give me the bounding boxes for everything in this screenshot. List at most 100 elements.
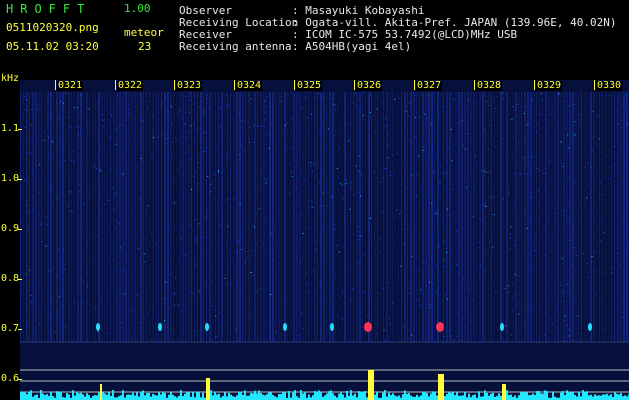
time-tick [115,80,116,90]
noise-streak [95,92,96,342]
noise-speck [44,175,45,177]
noise-streak [191,92,192,342]
noise-streak [470,92,472,342]
noise-speck [463,279,465,281]
noise-speck [254,304,256,306]
noise-speck [319,284,321,286]
noise-speck [621,219,623,221]
noise-speck [268,147,270,149]
noise-speck [270,337,271,339]
noise-speck [80,95,81,97]
noise-speck [281,114,283,116]
noise-speck [156,295,158,297]
noise-speck [253,226,255,228]
noise-speck [107,200,109,201]
profile-bar [498,393,500,400]
noise-speck [564,227,566,229]
noise-streak [485,92,486,342]
noise-speck [241,249,243,250]
profile-bar [66,393,68,400]
noise-speck [505,92,507,94]
noise-speck [514,93,516,95]
noise-speck [422,149,424,151]
noise-speck [378,292,380,294]
noise-speck [566,324,568,326]
profile-bar [602,394,604,400]
noise-speck [256,115,258,117]
noise-streak [569,92,571,342]
noise-speck [292,147,294,149]
noise-speck [480,265,481,267]
noise-speck [495,96,497,98]
noise-speck [49,187,51,189]
noise-speck [572,139,574,141]
noise-speck [196,235,198,237]
profile-bar [22,391,24,400]
noise-streak [374,92,376,342]
noise-speck [96,218,98,219]
noise-streak [464,92,466,342]
noise-speck [552,286,554,287]
profile-bar [324,395,326,400]
noise-speck [180,238,182,240]
profile-bar [164,392,166,400]
noise-speck [612,272,614,274]
noise-speck [376,108,378,110]
noise-speck [373,233,375,235]
noise-streak [590,92,592,342]
noise-speck [72,340,74,342]
noise-speck [281,95,283,97]
noise-speck [518,142,520,144]
profile-bar [252,393,254,400]
profile-bar [418,396,420,400]
time-label-0326: 0326 [356,80,383,91]
profile-bar [136,392,138,400]
noise-speck [599,194,601,196]
noise-speck [245,251,247,253]
noise-speck [345,152,347,154]
noise-streak [80,92,82,342]
noise-speck [591,256,593,257]
noise-speck [405,187,407,189]
profile-bar [262,394,264,400]
profile-bar [586,391,588,400]
noise-speck [171,123,173,125]
noise-speck [442,216,443,218]
noise-streak [392,92,393,342]
profile-bar [576,396,578,400]
noise-speck [381,177,383,179]
noise-speck [185,136,187,138]
noise-speck [484,224,486,226]
profile-bar [92,395,94,400]
noise-speck [37,109,38,111]
noise-speck [178,260,180,262]
noise-speck [340,130,342,132]
noise-speck [24,109,26,111]
noise-streak [440,92,441,342]
noise-streak [128,92,130,342]
noise-speck [309,162,311,164]
noise-speck [59,257,61,258]
noise-speck [184,255,186,257]
profile-bar [82,394,84,400]
noise-speck [263,183,265,185]
noise-speck [89,186,91,188]
noise-speck [282,132,284,134]
noise-speck [476,265,478,267]
noise-streak [146,92,147,342]
noise-speck [69,210,71,212]
noise-speck [357,239,359,240]
noise-streak [26,92,28,342]
noise-speck [28,279,30,281]
noise-speck [241,119,243,121]
noise-streak [353,92,354,342]
noise-speck [567,283,569,285]
noise-speck [519,328,521,330]
noise-speck [124,93,126,95]
noise-speck [573,132,575,133]
noise-speck [27,226,29,228]
noise-speck [514,244,516,246]
profile-bar [242,394,244,400]
noise-speck [541,309,543,311]
noise-speck [177,338,179,340]
